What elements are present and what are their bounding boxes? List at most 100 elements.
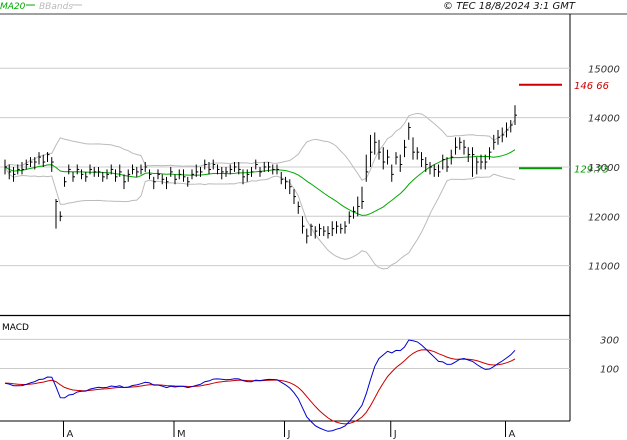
price-bar xyxy=(289,179,292,195)
x-tick-label-2: J xyxy=(287,429,291,440)
price-bar xyxy=(149,169,152,180)
price-bar xyxy=(450,149,454,165)
y-tick-label-12000: 12000 xyxy=(588,212,620,223)
grid-lines xyxy=(0,67,570,369)
price-bar xyxy=(106,169,109,180)
price-bar xyxy=(302,216,305,234)
price-bar xyxy=(115,169,118,182)
price-bar xyxy=(416,147,420,160)
price-bar xyxy=(276,164,279,175)
price-bar xyxy=(157,169,160,180)
y-axis-ticks: 11000 12000 13000 14000 15000 100 300 xyxy=(588,64,620,375)
price-bar xyxy=(399,154,403,172)
price-bar xyxy=(455,137,458,155)
macd-y-tick-label-300: 300 xyxy=(600,335,619,346)
price-bar xyxy=(140,164,143,175)
price-bar xyxy=(123,174,126,190)
price-bar xyxy=(93,166,97,177)
price-bar xyxy=(4,159,7,175)
price-bar xyxy=(89,164,92,175)
price-bar xyxy=(476,157,479,175)
price-bar xyxy=(331,221,335,237)
price-bar xyxy=(76,164,80,175)
price-bar xyxy=(51,157,54,172)
price-bar xyxy=(493,134,496,150)
x-tick-label-4: A xyxy=(509,429,516,440)
price-bar xyxy=(13,166,16,182)
price-bar xyxy=(246,169,250,182)
price-bar xyxy=(272,164,275,175)
x-tick-label-3: J xyxy=(393,429,397,440)
price-bar xyxy=(404,139,407,158)
price-markers: 146 66129.73 xyxy=(519,81,609,175)
price-bar xyxy=(98,166,101,177)
price-bar xyxy=(382,147,386,170)
price-bar xyxy=(489,147,492,160)
price-bar xyxy=(17,164,20,175)
price-marker-label-0: 146 66 xyxy=(574,81,609,92)
price-bar xyxy=(387,149,390,165)
price-bar xyxy=(64,176,67,187)
price-bar xyxy=(30,157,33,167)
price-bar xyxy=(467,147,471,163)
price-bar xyxy=(59,211,63,222)
price-bar xyxy=(72,171,75,182)
price-bar xyxy=(102,171,105,182)
price-bar xyxy=(374,132,377,155)
price-bar xyxy=(361,186,364,209)
price-bar xyxy=(370,134,373,167)
price-bars xyxy=(4,105,517,244)
price-bar xyxy=(412,137,415,160)
price-bar xyxy=(178,169,182,180)
price-bar xyxy=(38,152,41,165)
y-tick-label-11000: 11000 xyxy=(588,262,620,273)
price-bar xyxy=(429,162,432,175)
price-bar xyxy=(191,169,194,180)
price-bar xyxy=(306,228,309,244)
price-bar xyxy=(136,166,139,177)
price-bar xyxy=(251,166,254,177)
price-bar xyxy=(446,157,449,172)
price-bar xyxy=(242,169,245,185)
y-tick-label-13000: 13000 xyxy=(588,163,620,174)
price-bar xyxy=(153,176,156,190)
price-bar xyxy=(187,176,190,187)
price-bar xyxy=(472,147,475,177)
price-bar xyxy=(510,120,513,133)
copyright-text: © TEC 18/8/2024 3:1 GMT xyxy=(443,1,576,12)
price-bar xyxy=(438,164,441,177)
price-bar xyxy=(344,221,347,234)
price-bar xyxy=(55,199,58,229)
price-bar xyxy=(234,162,237,172)
price-bar xyxy=(255,159,258,170)
price-bar xyxy=(497,129,500,145)
price-bar xyxy=(408,122,411,140)
x-tick-label-0: A xyxy=(67,429,74,440)
price-bar xyxy=(348,211,352,224)
price-bar xyxy=(501,127,505,143)
price-bar xyxy=(433,164,437,177)
price-bar xyxy=(225,166,228,177)
legend-ma20-label: MA20 xyxy=(0,2,26,12)
price-bar xyxy=(132,164,135,175)
price-bar xyxy=(204,159,207,170)
price-bar xyxy=(259,166,262,177)
price-bar xyxy=(25,159,29,170)
price-bar xyxy=(365,154,369,182)
price-bar xyxy=(85,171,88,182)
ma20-line xyxy=(4,149,516,216)
price-bar xyxy=(323,226,326,237)
price-bar xyxy=(421,152,424,167)
bband-lower-line xyxy=(4,166,516,270)
price-bar xyxy=(336,221,339,234)
price-bar xyxy=(21,162,24,175)
price-bar xyxy=(285,176,288,190)
price-bar xyxy=(229,164,233,175)
y-tick-label-15000: 15000 xyxy=(588,64,620,75)
price-bar xyxy=(81,169,84,180)
stock-chart: 146 66129.73 11000 12000 13000 14000 15000 10… xyxy=(0,1,627,440)
x-tick-label-1: M xyxy=(177,429,186,440)
price-bar xyxy=(170,166,173,177)
price-bar xyxy=(297,201,301,214)
price-bar xyxy=(463,139,466,155)
